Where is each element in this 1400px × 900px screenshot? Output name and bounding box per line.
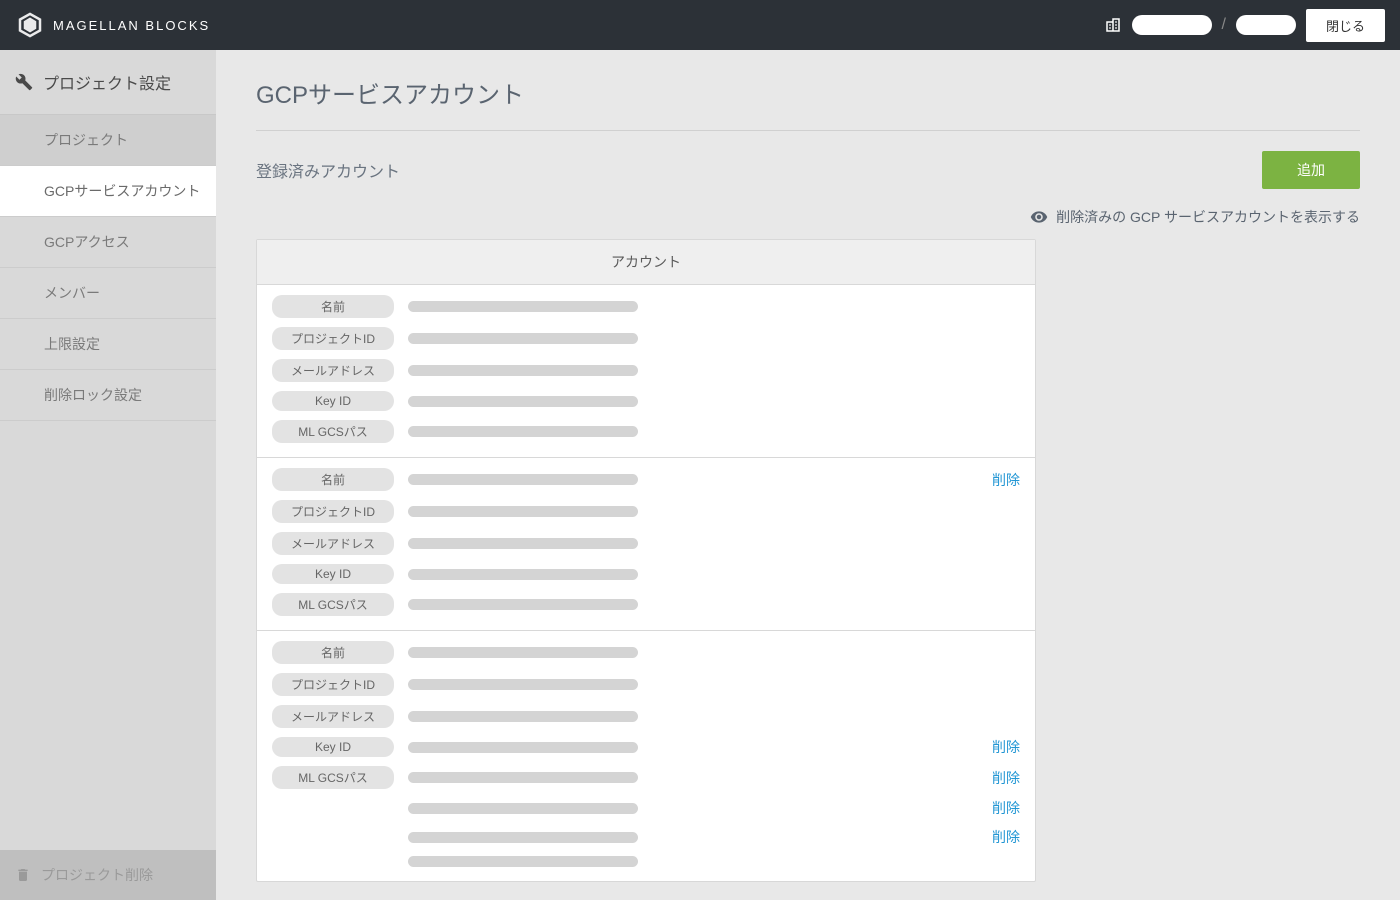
redacted-value: [408, 301, 638, 312]
field-label: ML GCSパス: [272, 593, 394, 616]
project-chip[interactable]: [1236, 15, 1296, 35]
account-field-row: 削除: [272, 827, 1020, 847]
delete-link[interactable]: 削除: [992, 768, 1020, 788]
field-label: メールアドレス: [272, 532, 394, 555]
redacted-value: [408, 742, 638, 753]
redacted-value: [408, 569, 638, 580]
field-label: プロジェクトID: [272, 673, 394, 696]
account-field-row: メールアドレス: [272, 532, 1020, 555]
sidebar-item[interactable]: メンバー: [0, 268, 216, 319]
redacted-value: [408, 396, 638, 407]
account-field-row: メールアドレス: [272, 359, 1020, 382]
app-header: MAGELLAN BLOCKS / 閉じる: [0, 0, 1400, 50]
field-label: メールアドレス: [272, 359, 394, 382]
delete-link[interactable]: 削除: [992, 827, 1020, 847]
redacted-value: [408, 599, 638, 610]
close-button[interactable]: 閉じる: [1306, 9, 1385, 42]
redacted-value: [408, 679, 638, 690]
redacted-value: [408, 426, 638, 437]
field-label: Key ID: [272, 737, 394, 757]
field-label: ML GCSパス: [272, 766, 394, 789]
building-icon: [1104, 16, 1122, 34]
wrench-icon: [15, 73, 33, 91]
account-field-row: プロジェクトID: [272, 327, 1020, 350]
account-block: 名前 削除プロジェクトID メールアドレス Key ID ML GCSパス: [257, 458, 1035, 631]
sidebar-item[interactable]: GCPサービスアカウント: [0, 166, 216, 217]
accounts-table: アカウント 名前プロジェクトIDメールアドレスKey IDML GCSパス名前削…: [256, 239, 1036, 882]
redacted-value: [408, 647, 638, 658]
account-field-row: Key ID: [272, 564, 1020, 584]
eye-icon: [1030, 208, 1048, 226]
delete-project-button[interactable]: プロジェクト削除: [0, 850, 216, 900]
account-field-row: 名前 削除: [272, 468, 1020, 491]
section-title: 登録済みアカウント: [256, 158, 400, 182]
sidebar-item[interactable]: GCPアクセス: [0, 217, 216, 268]
sidebar-item[interactable]: 上限設定: [0, 319, 216, 370]
redacted-value: [408, 506, 638, 517]
field-label: 名前: [272, 468, 394, 491]
field-label: ML GCSパス: [272, 420, 394, 443]
redacted-value: [408, 365, 638, 376]
field-label: メールアドレス: [272, 705, 394, 728]
account-field-row: 名前: [272, 295, 1020, 318]
field-label: Key ID: [272, 564, 394, 584]
table-header: アカウント: [257, 240, 1035, 285]
redacted-value: [408, 474, 638, 485]
account-field-row: ML GCSパス: [272, 593, 1020, 616]
delete-link[interactable]: 削除: [992, 737, 1020, 757]
redacted-value: [408, 803, 638, 814]
field-label: Key ID: [272, 391, 394, 411]
sidebar-header: プロジェクト設定: [0, 50, 216, 115]
redacted-value: [408, 538, 638, 549]
delete-link[interactable]: 削除: [992, 470, 1020, 490]
main-content: GCPサービスアカウント 登録済みアカウント 追加 削除済みの GCP サービス…: [216, 50, 1400, 900]
field-label: プロジェクトID: [272, 327, 394, 350]
sidebar: プロジェクト設定 プロジェクトGCPサービスアカウントGCPアクセスメンバー上限…: [0, 50, 216, 900]
account-field-row: メールアドレス: [272, 705, 1020, 728]
cube-icon: [15, 10, 45, 40]
account-field-row: プロジェクトID: [272, 500, 1020, 523]
redacted-value: [408, 832, 638, 843]
account-field-row: プロジェクトID: [272, 673, 1020, 696]
account-field-row: 削除: [272, 798, 1020, 818]
sidebar-title: プロジェクト設定: [43, 70, 171, 94]
field-label: 名前: [272, 641, 394, 664]
redacted-value: [408, 711, 638, 722]
account-block: 名前プロジェクトIDメールアドレスKey ID削除ML GCSパス削除削除削除: [257, 631, 1035, 881]
sidebar-item[interactable]: プロジェクト: [0, 115, 216, 166]
account-field-row: ML GCSパス: [272, 420, 1020, 443]
account-field-row: ML GCSパス 削除: [272, 766, 1020, 789]
account-block: 名前プロジェクトID メールアドレス Key ID ML GCSパス: [257, 285, 1035, 458]
redacted-value: [408, 772, 638, 783]
org-chip[interactable]: [1132, 15, 1212, 35]
brand-logo: MAGELLAN BLOCKS: [15, 10, 210, 40]
account-field-row: Key ID: [272, 391, 1020, 411]
add-button[interactable]: 追加: [1262, 151, 1360, 189]
account-field-row: [272, 856, 1020, 867]
redacted-value: [408, 333, 638, 344]
show-deleted-toggle[interactable]: 削除済みの GCP サービスアカウントを表示する: [256, 207, 1360, 227]
delete-link[interactable]: 削除: [992, 798, 1020, 818]
field-label: プロジェクトID: [272, 500, 394, 523]
separator: /: [1222, 16, 1226, 34]
redacted-value: [408, 856, 638, 867]
header-right: / 閉じる: [1104, 9, 1385, 42]
account-field-row: 名前: [272, 641, 1020, 664]
show-deleted-label: 削除済みの GCP サービスアカウントを表示する: [1056, 207, 1360, 227]
brand-name: MAGELLAN BLOCKS: [53, 18, 210, 33]
page-title: GCPサービスアカウント: [256, 75, 1360, 131]
sidebar-item[interactable]: 削除ロック設定: [0, 370, 216, 421]
field-label: 名前: [272, 295, 394, 318]
account-field-row: Key ID 削除: [272, 737, 1020, 757]
trash-icon: [15, 867, 31, 883]
delete-project-label: プロジェクト削除: [41, 865, 153, 885]
